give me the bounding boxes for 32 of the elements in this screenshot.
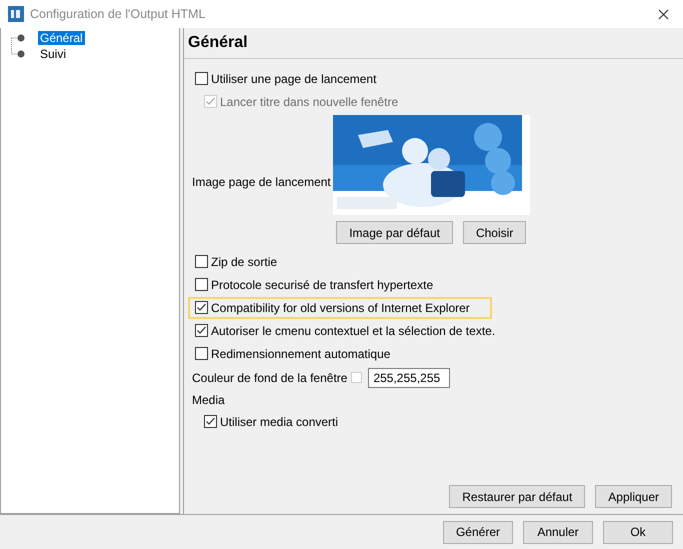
tree-item[interactable]: Général xyxy=(38,31,85,45)
color-value-field[interactable]: 255,255,255 xyxy=(368,368,450,388)
dialog-button[interactable]: Annuler xyxy=(523,520,593,544)
dialog-button[interactable]: Choisir xyxy=(462,221,526,244)
checkbox-icon[interactable] xyxy=(195,301,208,314)
checkbox-icon[interactable] xyxy=(195,255,208,268)
dialog-button[interactable]: Appliquer xyxy=(595,485,672,508)
color-swatch[interactable] xyxy=(351,372,362,383)
checkbox-icon[interactable] xyxy=(195,324,208,337)
dialog-button[interactable]: Restaurer par défaut xyxy=(449,485,586,508)
checkbox-icon[interactable] xyxy=(195,347,208,360)
section-label: Media xyxy=(192,393,225,407)
dialog-button[interactable]: Générer xyxy=(442,520,513,544)
app-logo-icon xyxy=(8,6,24,22)
close-icon[interactable] xyxy=(658,8,669,20)
window-title: Configuration de l'Output HTML xyxy=(30,7,206,21)
checkbox-option[interactable]: Autoriser le cmenu contextuel et la sélection de texte. xyxy=(188,320,518,342)
checkbox-icon[interactable] xyxy=(204,415,217,428)
checkbox-option[interactable]: Redimensionnement automatique xyxy=(188,342,412,364)
tree-item[interactable]: Suivi xyxy=(38,47,68,61)
checkbox-option[interactable]: Zip de sortie xyxy=(188,250,300,272)
checkbox-option[interactable]: Utiliser une page de lancement xyxy=(188,68,398,90)
checkbox-icon[interactable] xyxy=(195,72,208,85)
dialog-button[interactable]: Ok xyxy=(603,520,673,544)
highlighted-option[interactable]: Compatibility for old versions of Internet Explorer xyxy=(188,296,492,318)
color-label: Couleur de fond de la fenêtre xyxy=(192,370,348,384)
dialog-button[interactable]: Image par défaut xyxy=(336,221,453,244)
checkbox-option[interactable]: Utiliser media converti xyxy=(188,410,360,432)
panel-heading: Général xyxy=(188,34,248,52)
checkbox-icon[interactable] xyxy=(195,278,208,291)
image-label: Image page de lancement xyxy=(192,175,331,189)
checkbox-option[interactable]: Protocole securisé de transfert hypertexte xyxy=(188,274,456,296)
